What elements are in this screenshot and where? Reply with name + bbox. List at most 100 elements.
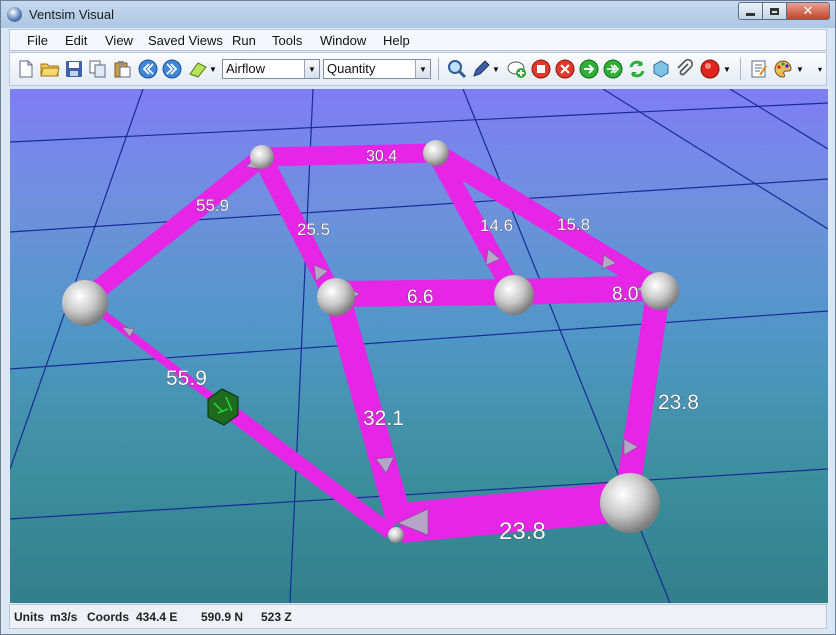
close-button[interactable]: ✕ — [786, 2, 830, 20]
forward-button[interactable] — [162, 59, 182, 79]
shape-icon — [653, 60, 669, 78]
run-icon — [603, 59, 623, 79]
delete-icon — [555, 59, 575, 79]
junction-node[interactable] — [423, 140, 449, 166]
value-select-value: Quantity — [327, 61, 376, 76]
minimize-button[interactable] — [738, 2, 763, 20]
menu-file[interactable]: File — [27, 33, 48, 48]
airway-network — [79, 143, 670, 543]
notes-button[interactable] — [749, 59, 769, 79]
save-icon — [66, 61, 82, 77]
maximize-button[interactable] — [762, 2, 787, 20]
menu-edit[interactable]: Edit — [65, 33, 87, 48]
record-icon — [700, 59, 720, 79]
units-value: m3/s — [50, 610, 78, 624]
coord-z: 523 Z — [261, 610, 292, 624]
back-icon — [138, 59, 158, 79]
menu-help[interactable]: Help — [383, 33, 410, 48]
airway-label: 25.5 — [297, 220, 330, 239]
value-select[interactable]: Quantity ▼ — [323, 59, 431, 79]
toolbar-overflow[interactable]: ▾ — [815, 59, 825, 79]
copy-icon — [89, 60, 106, 78]
junction-node[interactable] — [62, 280, 108, 326]
junction-node[interactable] — [388, 527, 404, 543]
chevron-down-icon: ▼ — [796, 64, 804, 74]
junction-node[interactable] — [250, 145, 274, 169]
toolbar-separator — [438, 58, 439, 80]
maximize-icon — [770, 7, 779, 15]
menu-view[interactable]: View — [105, 33, 133, 48]
airway-label: 55.9 — [166, 367, 207, 390]
paperclip-icon — [677, 59, 694, 76]
zoom-icon — [448, 60, 467, 79]
airway-label: 32.1 — [363, 407, 404, 430]
chevron-down-icon[interactable]: ▼ — [304, 60, 319, 78]
refresh-button[interactable] — [627, 59, 647, 79]
airway-segment[interactable] — [82, 296, 227, 411]
colors-dropdown[interactable]: ▼ — [795, 59, 805, 79]
palette-icon — [774, 60, 792, 78]
forward-icon — [162, 59, 182, 79]
airway-label: 23.8 — [658, 391, 699, 414]
junction-node[interactable] — [600, 473, 660, 533]
network-canvas[interactable]: 30.4 55.9 25.5 14.6 15.8 6.6 8.0 55.9 32… — [10, 89, 828, 603]
shape-icon — [189, 62, 207, 78]
window-title: Ventsim Visual — [29, 7, 115, 22]
chevron-down-icon: ▼ — [492, 64, 500, 74]
chevron-down-icon: ▾ — [817, 64, 822, 74]
copy-button[interactable] — [88, 59, 108, 79]
title-bar[interactable]: Ventsim Visual ✕ — [1, 1, 835, 28]
run-button[interactable] — [603, 59, 623, 79]
display-select[interactable]: Airflow ▼ — [222, 59, 320, 79]
edit-button[interactable] — [471, 59, 491, 79]
menu-bar: File Edit View Saved Views Run Tools Win… — [9, 29, 827, 51]
app-window: Ventsim Visual ✕ File Edit View Saved Vi… — [0, 0, 836, 635]
menu-run[interactable]: Run — [232, 33, 256, 48]
coord-east: 434.4 E — [136, 610, 178, 624]
go-button[interactable] — [579, 59, 599, 79]
menu-window[interactable]: Window — [320, 33, 366, 48]
units-label: Units — [14, 610, 44, 624]
open-folder-icon — [40, 63, 60, 77]
stop-icon — [531, 59, 551, 79]
airway-label: 30.4 — [366, 148, 397, 165]
toolbar-separator — [740, 58, 741, 80]
stop-button[interactable] — [531, 59, 551, 79]
new-file-button[interactable] — [16, 59, 36, 79]
junction-node[interactable] — [641, 272, 679, 310]
open-button[interactable] — [40, 59, 60, 79]
delete-button[interactable] — [555, 59, 575, 79]
junction-node[interactable] — [317, 278, 355, 316]
record-button[interactable] — [700, 59, 720, 79]
coord-north: 590.9 N — [201, 610, 244, 624]
add-button[interactable] — [507, 59, 527, 79]
go-icon — [579, 59, 599, 79]
menu-saved-views[interactable]: Saved Views — [148, 33, 223, 48]
app-logo-icon — [7, 7, 22, 22]
pen-icon — [473, 60, 490, 77]
junction-nodes — [62, 140, 679, 543]
paste-button[interactable] — [112, 59, 132, 79]
airway-label: 55.9 — [196, 196, 229, 215]
zoom-button[interactable] — [447, 59, 467, 79]
colors-button[interactable] — [773, 59, 793, 79]
airway-segment[interactable] — [261, 143, 437, 167]
display-select-value: Airflow — [226, 61, 266, 76]
edit-dropdown[interactable]: ▼ — [491, 59, 501, 79]
airway-label: 14.6 — [480, 216, 513, 235]
attach-button[interactable] — [675, 59, 695, 79]
save-button[interactable] — [64, 59, 84, 79]
coords-label: Coords — [87, 610, 129, 624]
3d-viewport[interactable]: 30.4 55.9 25.5 14.6 15.8 6.6 8.0 55.9 32… — [10, 89, 828, 603]
junction-node[interactable] — [494, 275, 534, 315]
menu-tools[interactable]: Tools — [272, 33, 302, 48]
shape-button[interactable] — [651, 59, 671, 79]
paste-icon — [114, 61, 131, 78]
record-dropdown[interactable]: ▼ — [722, 59, 732, 79]
view-dropdown[interactable]: ▼ — [208, 59, 218, 79]
airway-label: 8.0 — [612, 284, 638, 305]
back-button[interactable] — [138, 59, 158, 79]
chevron-down-icon[interactable]: ▼ — [415, 60, 430, 78]
view-button[interactable] — [188, 59, 208, 79]
airway-label: 23.8 — [499, 518, 546, 545]
